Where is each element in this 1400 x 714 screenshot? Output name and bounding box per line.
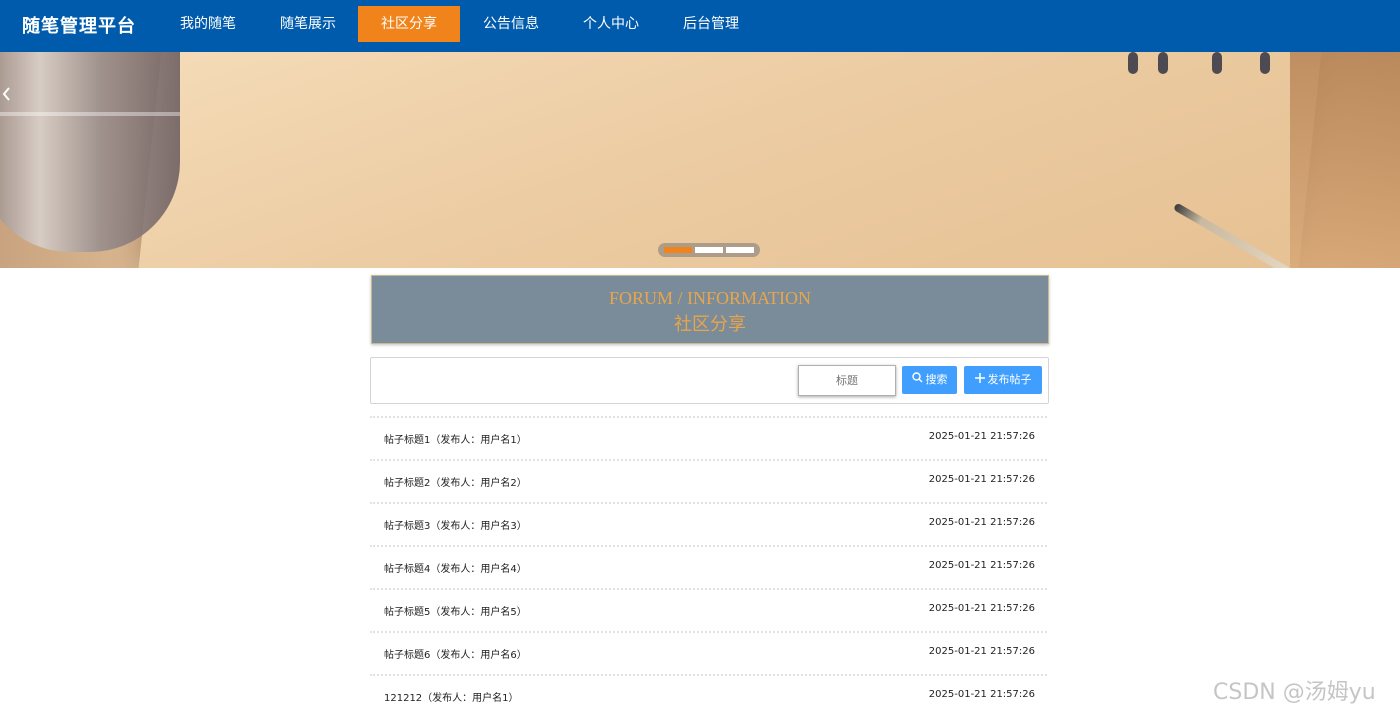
post-list-item[interactable]: 帖子标题4（发布人：用户名4） 2025-01-21 21:57:26 (370, 545, 1047, 589)
search-button-label: 搜索 (925, 373, 948, 386)
search-button[interactable]: 搜索 (902, 366, 957, 394)
post-list-item[interactable]: 帖子标题2（发布人：用户名2） 2025-01-21 21:57:26 (370, 459, 1047, 503)
banner-image (138, 52, 1322, 268)
post-time: 2025-01-21 21:57:26 (928, 474, 1035, 485)
nav-item-essay-display[interactable]: 随笔展示 (266, 6, 350, 42)
top-navbar: 随笔管理平台 我的随笔 随笔展示 社区分享 公告信息 个人中心 后台管理 (0, 0, 1400, 52)
csdn-watermark: CSDN @汤姆yu (1213, 680, 1376, 705)
post-time: 2025-01-21 21:57:26 (928, 517, 1035, 528)
banner-carousel (0, 52, 1400, 268)
post-list-item[interactable]: 帖子标题6（发布人：用户名6） 2025-01-21 21:57:26 (370, 631, 1047, 675)
post-title: 帖子标题1（发布人：用户名1） (384, 435, 527, 446)
nav-item-personal-center[interactable]: 个人中心 (570, 6, 652, 42)
post-title: 帖子标题3（发布人：用户名3） (384, 521, 527, 532)
post-time: 2025-01-21 21:57:26 (928, 646, 1035, 657)
post-list-item[interactable]: 帖子标题3（发布人：用户名3） 2025-01-21 21:57:26 (370, 502, 1047, 546)
post-title: 帖子标题5（发布人：用户名5） (384, 607, 527, 618)
nav-item-community-share[interactable]: 社区分享 (358, 6, 460, 42)
nav-item-admin[interactable]: 后台管理 (670, 6, 752, 42)
post-time: 2025-01-21 21:57:26 (928, 431, 1035, 442)
carousel-indicators (658, 243, 760, 257)
carousel-dot-2[interactable] (695, 247, 723, 253)
nav-item-announcements[interactable]: 公告信息 (470, 6, 552, 42)
nav-item-my-essays[interactable]: 我的随笔 (166, 6, 250, 42)
chevron-left-icon[interactable] (0, 84, 14, 104)
post-list-item[interactable]: 帖子标题5（发布人：用户名5） 2025-01-21 21:57:26 (370, 588, 1047, 632)
brand-title[interactable]: 随笔管理平台 (22, 12, 136, 38)
post-title: 121212（发布人：用户名1） (384, 693, 519, 704)
section-title-cn: 社区分享 (674, 314, 746, 334)
publish-post-button-label: 发布帖子 (987, 373, 1032, 386)
carousel-dot-3[interactable] (726, 247, 754, 253)
post-title: 帖子标题2（发布人：用户名2） (384, 478, 527, 489)
post-time: 2025-01-21 21:57:26 (928, 689, 1035, 700)
title-search-input[interactable] (798, 365, 896, 396)
post-title: 帖子标题4（发布人：用户名4） (384, 564, 527, 575)
post-title: 帖子标题6（发布人：用户名6） (384, 650, 527, 661)
post-time: 2025-01-21 21:57:26 (928, 603, 1035, 614)
plus-icon (974, 366, 985, 394)
post-list-item[interactable]: 121212（发布人：用户名1） 2025-01-21 21:57:26 (370, 674, 1047, 714)
post-list-item[interactable]: 帖子标题1（发布人：用户名1） 2025-01-21 21:57:26 (370, 416, 1047, 460)
search-icon (911, 366, 923, 394)
section-title-en: FORUM / INFORMATION (608, 288, 812, 308)
publish-post-button[interactable]: 发布帖子 (964, 366, 1042, 394)
carousel-dot-1[interactable] (664, 247, 692, 253)
section-header: FORUM / INFORMATION 社区分享 (371, 275, 1049, 344)
post-time: 2025-01-21 21:57:26 (928, 560, 1035, 571)
banner-decor-can (0, 52, 180, 252)
